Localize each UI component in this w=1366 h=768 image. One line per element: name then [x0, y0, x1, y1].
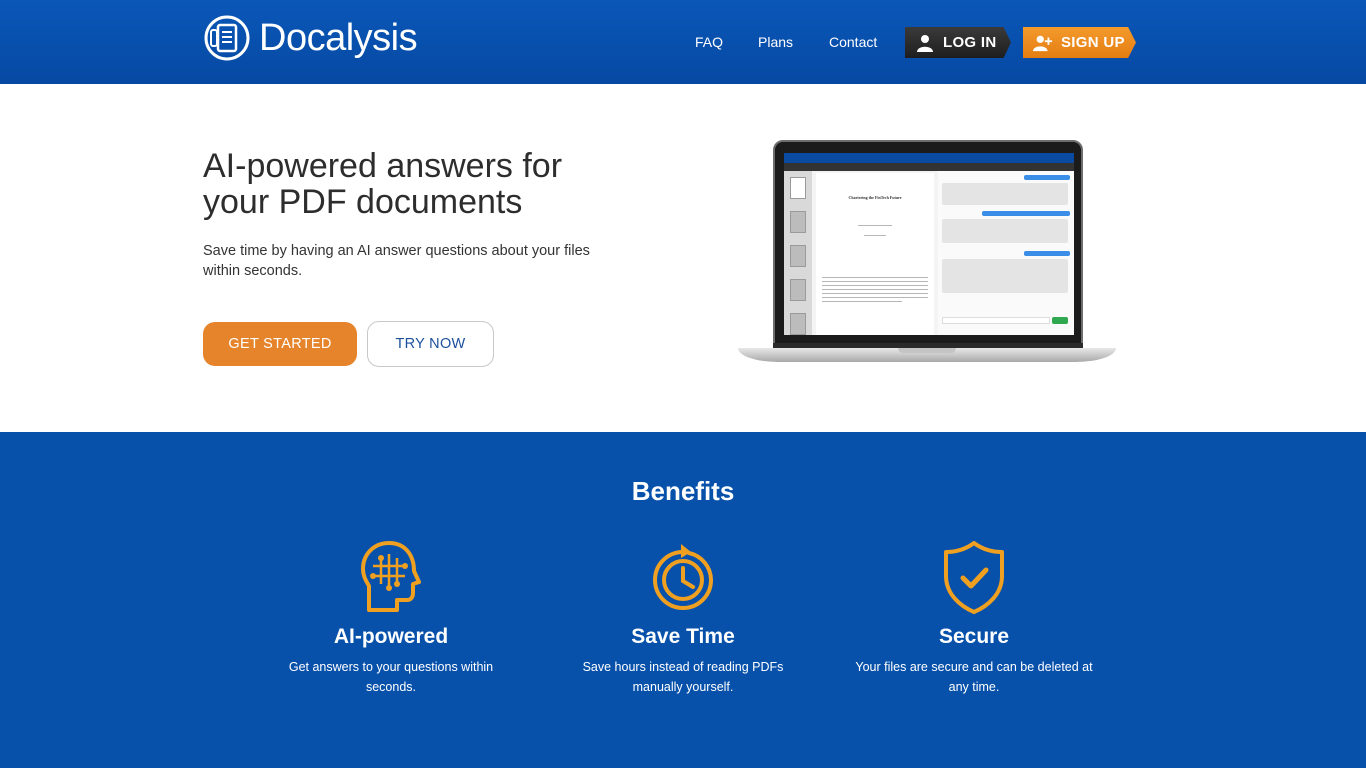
ai-head-icon: [361, 541, 421, 612]
document-logo-icon: [204, 15, 250, 61]
benefits-title: Benefits: [631, 476, 735, 506]
signup-button[interactable]: SIGN UP: [1023, 27, 1136, 58]
logo[interactable]: Docalysis: [203, 14, 418, 62]
user-icon: [915, 33, 935, 53]
chat-panel-preview: [938, 171, 1074, 335]
benefits-section: Benefits AI-powered Get answers to your …: [0, 432, 1366, 768]
benefit-save-time: Save Time Save hours instead of reading …: [563, 540, 803, 697]
benefit-text: Your files are secure and can be deleted…: [855, 660, 1093, 694]
stopwatch-icon: [653, 544, 713, 610]
benefit-title: Secure: [938, 625, 1010, 648]
try-now-button[interactable]: TRY NOW: [367, 321, 494, 367]
pdf-page-preview: Chartering the FinTech Future: [816, 173, 934, 335]
signup-label: SIGN UP: [1061, 34, 1125, 51]
hero-subtitle: Save time by having an AI answer questio…: [203, 243, 590, 279]
login-button[interactable]: LOG IN: [905, 27, 1011, 58]
logo-text: Docalysis: [259, 17, 418, 59]
nav-faq[interactable]: FAQ: [695, 34, 723, 50]
page-thumbnails: [784, 171, 812, 335]
benefit-title: Save Time: [631, 625, 735, 648]
login-label: LOG IN: [943, 34, 997, 51]
nav-contact[interactable]: Contact: [829, 34, 877, 50]
benefit-title: AI-powered: [333, 625, 449, 648]
nav-plans[interactable]: Plans: [758, 34, 793, 50]
laptop-screenshot: Chartering the FinTech Future: [738, 140, 1116, 374]
benefit-ai-powered: AI-powered Get answers to your questions…: [271, 540, 511, 697]
app-screen-preview: Chartering the FinTech Future: [784, 153, 1074, 335]
pdf-doc-title: Chartering the FinTech Future: [848, 195, 902, 200]
add-user-icon: [1033, 33, 1053, 53]
benefit-secure: Secure Your files are secure and can be …: [854, 540, 1094, 697]
benefit-text: Save hours instead of reading PDFs manua…: [582, 660, 784, 694]
benefit-text: Get answers to your questions within sec…: [288, 660, 494, 694]
hero-title: AI-powered answers for your PDF document…: [203, 147, 563, 221]
laptop-lid: Chartering the FinTech Future: [773, 140, 1083, 348]
site-header: Docalysis FAQ Plans Contact LOG IN SIGN …: [0, 0, 1366, 84]
get-started-button[interactable]: GET STARTED: [203, 322, 357, 366]
shield-check-icon: [944, 541, 1004, 614]
